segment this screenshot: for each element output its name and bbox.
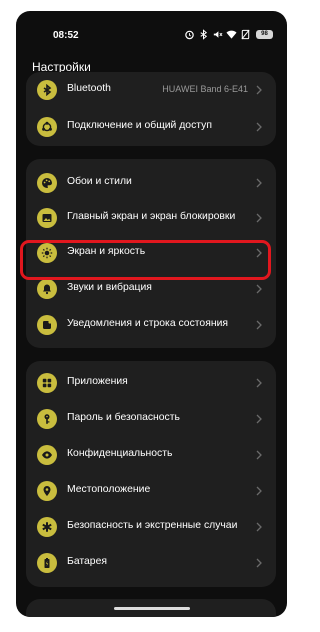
emergency-icon <box>37 517 57 537</box>
setting-label: Батарея <box>67 556 107 567</box>
setting-label: Местоположение <box>67 484 151 495</box>
chevron-right-icon <box>256 284 262 294</box>
silent-icon <box>213 30 223 38</box>
chevron-right-icon <box>256 486 262 496</box>
setting-location[interactable]: Местоположение <box>26 473 276 509</box>
location-icon <box>37 481 57 501</box>
bell-icon <box>37 279 57 299</box>
wifi-icon <box>226 30 237 39</box>
chevron-right-icon <box>256 522 262 532</box>
chevron-right-icon <box>256 85 262 95</box>
status-bar: 08:52 98 <box>16 11 287 51</box>
setting-value: HUAWEI Band 6-E41 <box>162 84 248 94</box>
chevron-right-icon <box>256 122 262 132</box>
alarm-icon <box>185 30 194 39</box>
battery-indicator: 98 <box>256 29 273 39</box>
chevron-right-icon <box>256 414 262 424</box>
notification-icon <box>37 315 57 335</box>
share-icon <box>37 117 57 137</box>
setting-battery[interactable]: Батарея <box>26 545 276 581</box>
setting-password-security[interactable]: Пароль и безопасность <box>26 401 276 437</box>
palette-icon <box>37 173 57 193</box>
bluetooth-icon <box>37 80 57 100</box>
setting-wallpapers-styles[interactable]: Обои и стили <box>26 165 276 201</box>
chevron-right-icon <box>256 213 262 223</box>
setting-label: Обои и стили <box>67 176 132 187</box>
battery-icon <box>37 553 57 573</box>
phone-screen: 08:52 98 Настройки Bluetooth HUAWEI Band… <box>16 11 287 617</box>
eye-icon <box>37 445 57 465</box>
setting-label: Главный экран и экран блокировки <box>67 211 236 222</box>
setting-label: Безопасность и экстренные случаи <box>67 520 238 531</box>
settings-group-connectivity: Bluetooth HUAWEI Band 6-E41 Подключение … <box>26 72 276 146</box>
chevron-right-icon <box>256 178 262 188</box>
chevron-right-icon <box>256 450 262 460</box>
setting-bluetooth[interactable]: Bluetooth HUAWEI Band 6-E41 <box>26 72 276 108</box>
bluetooth-icon <box>200 28 208 40</box>
setting-label: Уведомления и строка состояния <box>67 318 228 329</box>
chevron-right-icon <box>256 378 262 388</box>
settings-group-system: Приложения Пароль и безопасность Конфиде… <box>26 361 276 587</box>
no-sim-icon <box>241 29 250 39</box>
setting-safety-emergency[interactable]: Безопасность и экстренные случаи <box>26 509 276 545</box>
setting-label: Звуки и вибрация <box>67 282 152 293</box>
setting-label: Приложения <box>67 376 128 387</box>
home-indicator[interactable] <box>114 607 190 610</box>
chevron-right-icon <box>256 558 262 568</box>
apps-icon <box>37 373 57 393</box>
chevron-right-icon <box>256 320 262 330</box>
image-icon <box>37 208 57 228</box>
setting-connection-sharing[interactable]: Подключение и общий доступ <box>26 109 276 145</box>
setting-label: Подключение и общий доступ <box>67 120 212 131</box>
key-icon <box>37 409 57 429</box>
setting-label: Bluetooth <box>67 83 111 94</box>
status-icons: 98 <box>184 28 273 40</box>
setting-home-lock-screen[interactable]: Главный экран и экран блокировки <box>26 200 276 236</box>
setting-label: Конфиденциальность <box>67 448 173 459</box>
setting-privacy[interactable]: Конфиденциальность <box>26 437 276 473</box>
highlight-frame <box>20 240 271 280</box>
status-time: 08:52 <box>53 30 79 41</box>
setting-label: Пароль и безопасность <box>67 412 180 423</box>
setting-notifications-statusbar[interactable]: Уведомления и строка состояния <box>26 307 276 343</box>
setting-apps[interactable]: Приложения <box>26 365 276 401</box>
